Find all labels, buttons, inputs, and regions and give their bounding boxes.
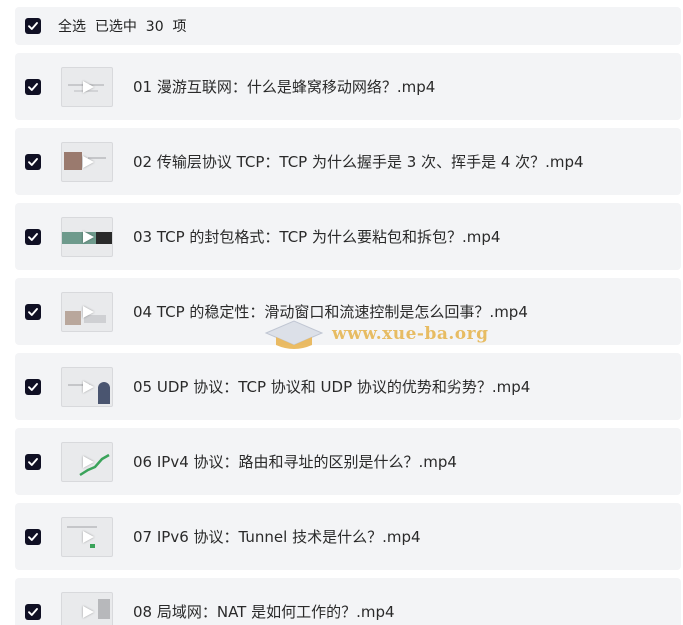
check-icon (28, 532, 38, 541)
file-row[interactable]: 06 IPv4 协议：路由和寻址的区别是什么？.mp4 (15, 428, 681, 495)
check-icon (28, 22, 38, 30)
file-title[interactable]: 05 UDP 协议：TCP 协议和 UDP 协议的优势和劣势？.mp4 (133, 376, 530, 397)
video-thumbnail[interactable] (61, 291, 113, 332)
file-title[interactable]: 04 TCP 的稳定性：滑动窗口和流速控制是怎么回事？.mp4 (133, 301, 528, 322)
file-row[interactable]: 02 传输层协议 TCP：TCP 为什么握手是 3 次、挥手是 4 次？.mp4 (15, 128, 681, 195)
file-title[interactable]: 03 TCP 的封包格式：TCP 为什么要粘包和拆包？.mp4 (133, 226, 500, 247)
video-thumbnail[interactable] (61, 366, 113, 407)
play-icon (83, 305, 94, 318)
file-list: 01 漫游互联网：什么是蜂窝移动网络？.mp4 02 传输层协议 TCP：TCP… (15, 53, 681, 625)
check-icon (28, 82, 38, 91)
video-thumbnail[interactable] (61, 591, 113, 625)
play-icon (83, 380, 94, 393)
row-checkbox[interactable] (25, 378, 41, 395)
check-icon (28, 457, 38, 466)
check-icon (28, 232, 38, 241)
row-checkbox[interactable] (25, 78, 41, 95)
file-row[interactable]: 03 TCP 的封包格式：TCP 为什么要粘包和拆包？.mp4 (15, 203, 681, 270)
select-all-bar[interactable]: 全选 已选中 30 项 (15, 7, 681, 45)
row-checkbox[interactable] (25, 153, 41, 170)
check-icon (28, 307, 38, 316)
file-selection-list: 全选 已选中 30 项 01 漫游互联网：什么是蜂窝移动网络？.mp4 02 传… (0, 0, 683, 625)
check-icon (28, 157, 38, 166)
file-row[interactable]: 04 TCP 的稳定性：滑动窗口和流速控制是怎么回事？.mp4 (15, 278, 681, 345)
file-row[interactable]: 05 UDP 协议：TCP 协议和 UDP 协议的优势和劣势？.mp4 (15, 353, 681, 420)
play-icon (83, 80, 94, 93)
row-checkbox[interactable] (25, 303, 41, 320)
video-thumbnail[interactable] (61, 141, 113, 182)
play-icon (83, 605, 94, 618)
file-title[interactable]: 06 IPv4 协议：路由和寻址的区别是什么？.mp4 (133, 451, 457, 472)
play-icon (83, 230, 94, 243)
play-icon (83, 155, 94, 168)
file-row[interactable]: 08 局域网：NAT 是如何工作的？.mp4 (15, 578, 681, 625)
video-thumbnail[interactable] (61, 66, 113, 107)
file-row[interactable]: 01 漫游互联网：什么是蜂窝移动网络？.mp4 (15, 53, 681, 120)
file-row[interactable]: 07 IPv6 协议：Tunnel 技术是什么？.mp4 (15, 503, 681, 570)
row-checkbox[interactable] (25, 528, 41, 545)
row-checkbox[interactable] (25, 453, 41, 470)
video-thumbnail[interactable] (61, 216, 113, 257)
check-icon (28, 382, 38, 391)
file-title[interactable]: 08 局域网：NAT 是如何工作的？.mp4 (133, 601, 395, 622)
file-title[interactable]: 02 传输层协议 TCP：TCP 为什么握手是 3 次、挥手是 4 次？.mp4 (133, 151, 584, 172)
video-thumbnail[interactable] (61, 441, 113, 482)
play-icon (83, 455, 94, 468)
select-all-checkbox[interactable] (25, 18, 41, 34)
row-checkbox[interactable] (25, 603, 41, 620)
video-thumbnail[interactable] (61, 516, 113, 557)
select-all-label: 全选 已选中 30 项 (58, 19, 187, 35)
row-checkbox[interactable] (25, 228, 41, 245)
file-title[interactable]: 01 漫游互联网：什么是蜂窝移动网络？.mp4 (133, 76, 435, 97)
play-icon (83, 530, 94, 543)
file-title[interactable]: 07 IPv6 协议：Tunnel 技术是什么？.mp4 (133, 526, 421, 547)
check-icon (28, 607, 38, 616)
